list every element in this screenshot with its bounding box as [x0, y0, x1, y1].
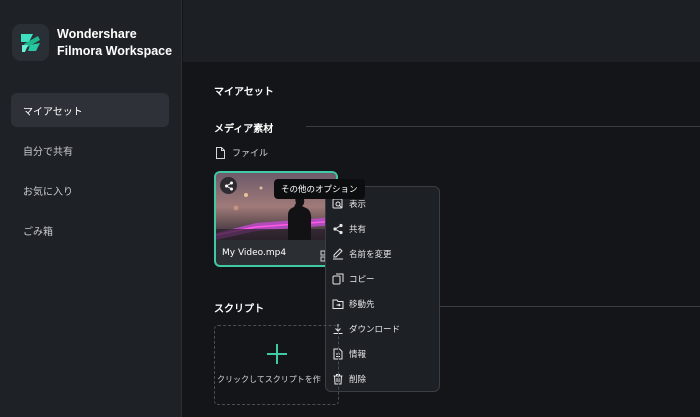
sidebar-item-my-assets[interactable]: マイアセット [11, 93, 169, 127]
sidebar-item-label: ごみ箱 [23, 226, 53, 238]
script-section-title: スクリプト [214, 304, 264, 315]
context-menu: 表示 共有 名前を変更 コピー 移動先 ダウンロード 情報 削除 [325, 186, 440, 392]
menu-item-label: 移動先 [349, 300, 375, 310]
script-section-header: スクリプト [214, 300, 264, 315]
menu-item-rename[interactable]: 名前を変更 [332, 246, 392, 262]
view-icon [332, 198, 343, 209]
app-name-line2: Filmora Workspace [57, 43, 173, 58]
menu-item-label: 名前を変更 [349, 250, 392, 260]
menu-item-move-to[interactable]: 移動先 [332, 296, 375, 312]
sidebar-item-favorites[interactable]: お気に入り [11, 173, 169, 207]
menu-item-label: 情報 [349, 350, 367, 360]
file-icon [216, 146, 225, 159]
sidebar-item-label: 自分で共有 [23, 146, 73, 158]
create-script-label: クリックしてスクリプトを作 [217, 375, 321, 384]
sidebar-nav: マイアセット 自分で共有 お気に入り ごみ箱 [11, 93, 169, 253]
top-bar [183, 0, 700, 62]
menu-item-share[interactable]: 共有 [332, 221, 366, 237]
more-options-tooltip: その他のオプション [274, 179, 365, 199]
file-filter[interactable]: ファイル [215, 146, 268, 159]
section-divider [306, 126, 700, 127]
media-section-header: メディア素材 [214, 120, 700, 135]
menu-item-label: ダウンロード [349, 325, 401, 335]
menu-item-label: コピー [349, 275, 375, 285]
menu-item-label: 削除 [349, 375, 367, 385]
rename-icon [333, 248, 343, 260]
create-script-button[interactable]: クリックしてスクリプトを作 [214, 325, 339, 405]
main-content: マイアセット メディア素材 ファイル My Video.mp4 表示 共有 名前… [183, 62, 700, 417]
menu-item-download[interactable]: ダウンロード [332, 321, 400, 337]
share-icon [224, 181, 233, 190]
sidebar-item-shared-by-me[interactable]: 自分で共有 [11, 133, 169, 167]
brand[interactable]: Wondershare Filmora Workspace [12, 24, 172, 61]
menu-item-copy[interactable]: コピー [332, 271, 375, 287]
menu-item-label: 表示 [349, 200, 367, 210]
file-label: ファイル [232, 149, 269, 159]
sidebar: Wondershare Filmora Workspace マイアセット 自分で… [0, 0, 182, 417]
app-name-line1: Wondershare [57, 26, 137, 41]
sidebar-item-label: マイアセット [23, 106, 83, 118]
page-title: マイアセット [214, 87, 274, 98]
sidebar-item-label: お気に入り [23, 186, 73, 198]
media-file-name: My Video.mp4 [222, 248, 287, 258]
copy-icon [332, 273, 344, 285]
section-divider [440, 306, 700, 307]
move-folder-icon [332, 299, 344, 309]
media-section-title: メディア素材 [214, 124, 274, 135]
share-icon [333, 223, 343, 235]
card-share-button[interactable] [220, 177, 237, 194]
menu-item-label: 共有 [349, 225, 367, 235]
filmora-logo [12, 24, 49, 61]
sidebar-item-trash[interactable]: ごみ箱 [11, 213, 169, 247]
plus-icon [267, 344, 287, 364]
